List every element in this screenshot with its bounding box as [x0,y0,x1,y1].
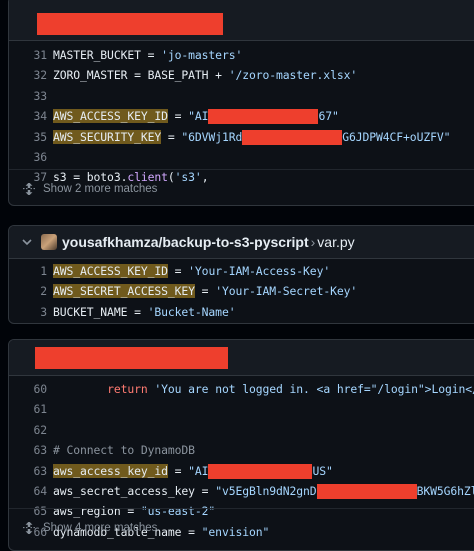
line-number[interactable]: 33 [9,86,53,106]
code-token: G6JDPW4CF+oUZFV" [342,129,451,144]
line-number[interactable]: 3 [9,302,53,322]
code-token: 'Bucket-Name' [147,304,236,319]
line-number[interactable]: 1 [9,261,53,281]
unfold-icon [23,182,35,195]
repo-link[interactable]: yousafkhamza/backup-to-s3-pyscript [62,234,309,250]
code-line: 32 ZORO_MASTER = BASE_PATH + '/zoro-maste… [9,65,474,85]
code-text: ZORO_MASTER = BASE_PATH + '/zoro-master.… [53,65,357,85]
search-result-card-1: 31 MASTER_BUCKET = 'jo-masters' 32 ZORO_MAS… [8,0,474,206]
result-header [9,340,474,376]
redaction-block [242,129,343,145]
match-highlight: AWS_ACCESS_KEY_ID [53,264,168,278]
code-text: BUCKET_NAME = 'Bucket-Name' [53,302,236,322]
code-text: return 'You are not logged in. <a href="… [53,379,474,399]
line-number[interactable]: 2 [9,281,53,301]
code-token: 'Your-IAM-Secret-Key' [215,284,358,299]
redacted-repo-name [37,13,223,35]
code-token: = [161,129,182,144]
code-token: # Connect to DynamoDB [53,443,195,458]
result-header: yousafkhamza/backup-to-s3-pyscript › var… [9,226,474,259]
line-number[interactable]: 31 [9,45,53,65]
code-token: = [167,109,189,124]
code-text: aws_secret_access_key = "v5EgBln9dN2gnD B… [53,481,474,501]
line-number[interactable]: 61 [9,399,53,419]
search-result-card-2: yousafkhamza/backup-to-s3-pyscript › var… [8,225,474,324]
code-text: aws_access_key_id = "AI US" [53,461,333,481]
file-link[interactable]: var.py [317,234,354,250]
line-number[interactable]: 64 [9,481,53,501]
code-line: 2 AWS_SECRET_ACCESS_KEY = 'Your-IAM-Secre… [9,281,474,301]
line-number[interactable]: 35 [9,127,53,147]
code-token: ZORO_MASTER = BASE_PATH + [53,68,229,83]
match-highlight: aws_access_key_id [53,463,168,478]
code-token: MASTER_BUCKET = [53,48,162,62]
code-line: 3 BUCKET_NAME = 'Bucket-Name' [9,302,474,322]
code-line: 36 [9,147,474,167]
redaction-block [208,463,313,479]
code-line: 60 return 'You are not logged in. <a hre… [9,379,474,399]
line-number[interactable]: 63 [9,461,53,481]
show-more-label: Show 2 more matches [43,182,158,195]
code-token: '/zoro-master.xlsx' [228,68,358,83]
code-line: 61 [9,399,474,419]
code-line: 35 AWS_SECURITY_KEY = "6DVWj1Rd G6JDPW4CF+… [9,127,474,147]
code-line: 33 [9,86,474,106]
line-number[interactable]: 36 [9,147,53,167]
show-more-matches-button[interactable]: Show 2 more matches [9,169,474,205]
line-number[interactable]: 32 [9,65,53,85]
line-number[interactable]: 63 [9,440,53,460]
code-line: 63 aws_access_key_id = "AI US" [9,461,474,481]
code-token: 67" [318,109,339,124]
code-token: 'Your-IAM-Access-Key' [188,264,331,278]
avatar[interactable] [41,234,57,250]
code-token: = [194,284,216,299]
code-text: MASTER_BUCKET = 'jo-masters' [53,45,242,65]
redaction-block [316,483,417,499]
code-snippet: 31 MASTER_BUCKET = 'jo-masters' 32 ZORO_MAS… [9,41,474,188]
code-line: 62 [9,420,474,440]
code-token: = [167,463,189,478]
path-separator: › [310,234,316,250]
code-text: AWS_SECURITY_KEY = "6DVWj1Rd G6JDPW4CF+oU… [53,127,450,147]
line-number[interactable]: 60 [9,379,53,399]
match-highlight: AWS_SECURITY_KEY [53,129,162,144]
show-more-label: Show 4 more matches [43,521,158,534]
chevron-down-icon[interactable] [21,235,33,249]
line-number[interactable]: 34 [9,106,53,126]
redaction-block [208,109,319,125]
code-token: "v5EgBln9dN2gnD [215,483,317,498]
code-line: 64 aws_secret_access_key = "v5EgBln9dN2gn… [9,481,474,501]
code-line: 31 MASTER_BUCKET = 'jo-masters' [9,45,474,65]
code-token: "6DVWj1Rd [181,129,243,144]
match-highlight: AWS_SECRET_ACCESS_KEY [53,284,195,299]
code-token: 'You are not logged in. <a href="/login"… [154,382,474,396]
result-header [9,0,474,41]
search-result-card-3: 60 return 'You are not logged in. <a hre… [8,339,474,551]
code-token: "AI [188,109,209,124]
show-more-matches-button[interactable]: Show 4 more matches [9,508,474,546]
code-token: aws_secret_access_key = [53,483,216,498]
code-line: 1 AWS_ACCESS_KEY_ID = 'Your-IAM-Access-Ke… [9,261,474,281]
code-text: # Connect to DynamoDB [53,440,195,460]
code-token: "AI [188,463,209,478]
code-text: AWS_SECRET_ACCESS_KEY = 'Your-IAM-Secret… [53,281,357,301]
unfold-icon [23,521,35,534]
code-text: AWS_ACCESS_KEY_ID = 'Your-IAM-Access-Key… [53,261,330,281]
code-line: 34 AWS_ACCESS_KEY_ID = "AI 67" [9,106,474,126]
code-token: return [107,382,148,396]
code-snippet: 1 AWS_ACCESS_KEY_ID = 'Your-IAM-Access-Ke… [9,259,474,322]
code-token: BUCKET_NAME = [53,304,148,319]
match-highlight: AWS_ACCESS_KEY_ID [53,109,168,124]
line-number[interactable]: 62 [9,420,53,440]
code-token: 'jo-masters' [161,48,243,62]
code-text: AWS_ACCESS_KEY_ID = "AI 67" [53,106,339,126]
code-token: = [167,264,189,278]
code-token: BKW5G6hZl" [416,483,474,498]
code-token: US" [312,463,333,478]
redacted-repo-name [35,347,228,369]
code-line: 63 # Connect to DynamoDB [9,440,474,460]
